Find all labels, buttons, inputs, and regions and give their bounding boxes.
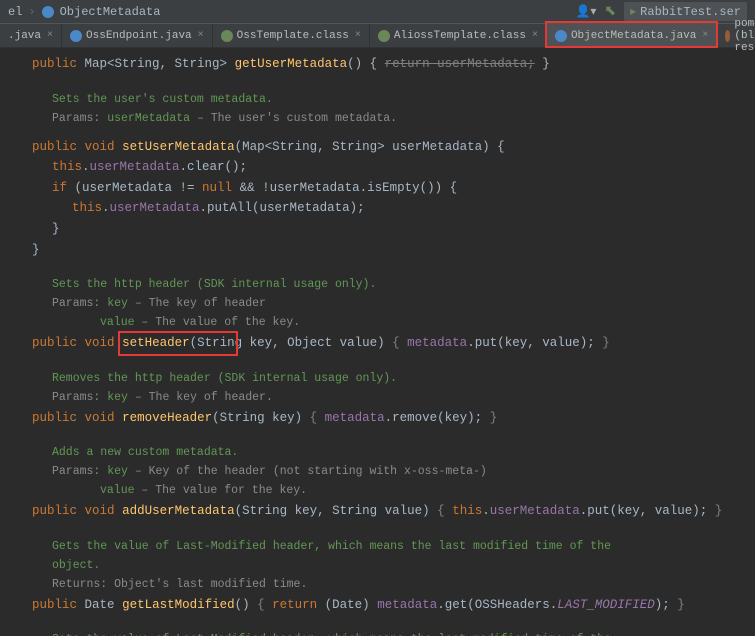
javadoc: Params: userMetadata – The user's custom… bbox=[12, 110, 743, 129]
close-icon[interactable]: × bbox=[198, 30, 204, 41]
code-line: } bbox=[12, 240, 743, 261]
code-line: this.userMetadata.putAll(userMetadata); bbox=[12, 198, 743, 219]
toolbar-right: 👤▾ ⬉ ▸ RabbitTest.ser bbox=[575, 2, 747, 21]
javadoc: Gets the value of Last-Modified header, … bbox=[12, 538, 743, 557]
user-icon[interactable]: 👤▾ bbox=[575, 4, 596, 19]
code-line: } bbox=[12, 219, 743, 240]
class-icon bbox=[378, 30, 390, 42]
titlebar: el › ObjectMetadata 👤▾ ⬉ ▸ RabbitTest.se… bbox=[0, 0, 755, 24]
code-line: if (userMetadata != null && !userMetadat… bbox=[12, 178, 743, 199]
tabbar: .java× OssEndpoint.java× OssTemplate.cla… bbox=[0, 24, 755, 48]
javadoc: value – The value of the key. bbox=[12, 314, 743, 333]
javadoc: Sets the user's custom metadata. bbox=[12, 91, 743, 110]
javadoc: Params: key – The key of header. bbox=[12, 389, 743, 408]
breadcrumb: el › ObjectMetadata bbox=[8, 5, 575, 19]
javadoc: Sets the value of Last-Modified header, … bbox=[12, 631, 743, 636]
javadoc: value – The value for the key. bbox=[12, 482, 743, 501]
class-icon bbox=[555, 30, 567, 42]
tab-pomxml[interactable]: pom.xml (blade-resource)× bbox=[717, 24, 755, 47]
close-icon[interactable]: × bbox=[532, 30, 538, 41]
maven-icon bbox=[725, 30, 730, 42]
build-icon[interactable]: ⬉ bbox=[604, 3, 616, 20]
close-icon[interactable]: × bbox=[702, 30, 708, 41]
tab-java[interactable]: .java× bbox=[0, 24, 62, 47]
code-editor[interactable]: public Map<String, String> getUserMetada… bbox=[0, 48, 755, 636]
class-icon bbox=[221, 30, 233, 42]
javadoc: Returns: Object's last modified time. bbox=[12, 576, 743, 595]
javadoc: object. bbox=[12, 557, 743, 576]
code-line: this.userMetadata.clear(); bbox=[12, 157, 743, 178]
tab-ossendpoint[interactable]: OssEndpoint.java× bbox=[62, 24, 213, 47]
code-line: public Date getLastModified() { return (… bbox=[12, 595, 743, 616]
tab-objectmetadata[interactable]: ObjectMetadata.java× bbox=[547, 24, 717, 47]
class-icon bbox=[42, 6, 54, 18]
breadcrumb-file[interactable]: ObjectMetadata bbox=[60, 5, 161, 19]
javadoc: Removes the http header (SDK internal us… bbox=[12, 370, 743, 389]
code-line: public void removeHeader(String key) { m… bbox=[12, 408, 743, 429]
tab-osstemplate[interactable]: OssTemplate.class× bbox=[213, 24, 370, 47]
javadoc: Sets the http header (SDK internal usage… bbox=[12, 276, 743, 295]
javadoc: Adds a new custom metadata. bbox=[12, 444, 743, 463]
code-line: public void addUserMetadata(String key, … bbox=[12, 501, 743, 522]
code-line: public Map<String, String> getUserMetada… bbox=[12, 54, 743, 75]
close-icon[interactable]: × bbox=[355, 30, 361, 41]
breadcrumb-segment[interactable]: el bbox=[8, 5, 22, 19]
tab-aliosstemplate[interactable]: AliossTemplate.class× bbox=[370, 24, 547, 47]
code-line: public void setUserMetadata(Map<String, … bbox=[12, 137, 743, 158]
class-icon bbox=[70, 30, 82, 42]
run-config[interactable]: ▸ RabbitTest.ser bbox=[624, 2, 747, 21]
close-icon[interactable]: × bbox=[47, 30, 53, 41]
javadoc: Params: key – Key of the header (not sta… bbox=[12, 463, 743, 482]
javadoc: Params: key – The key of header bbox=[12, 295, 743, 314]
code-line: public void setHeader(String key, Object… bbox=[12, 333, 743, 354]
